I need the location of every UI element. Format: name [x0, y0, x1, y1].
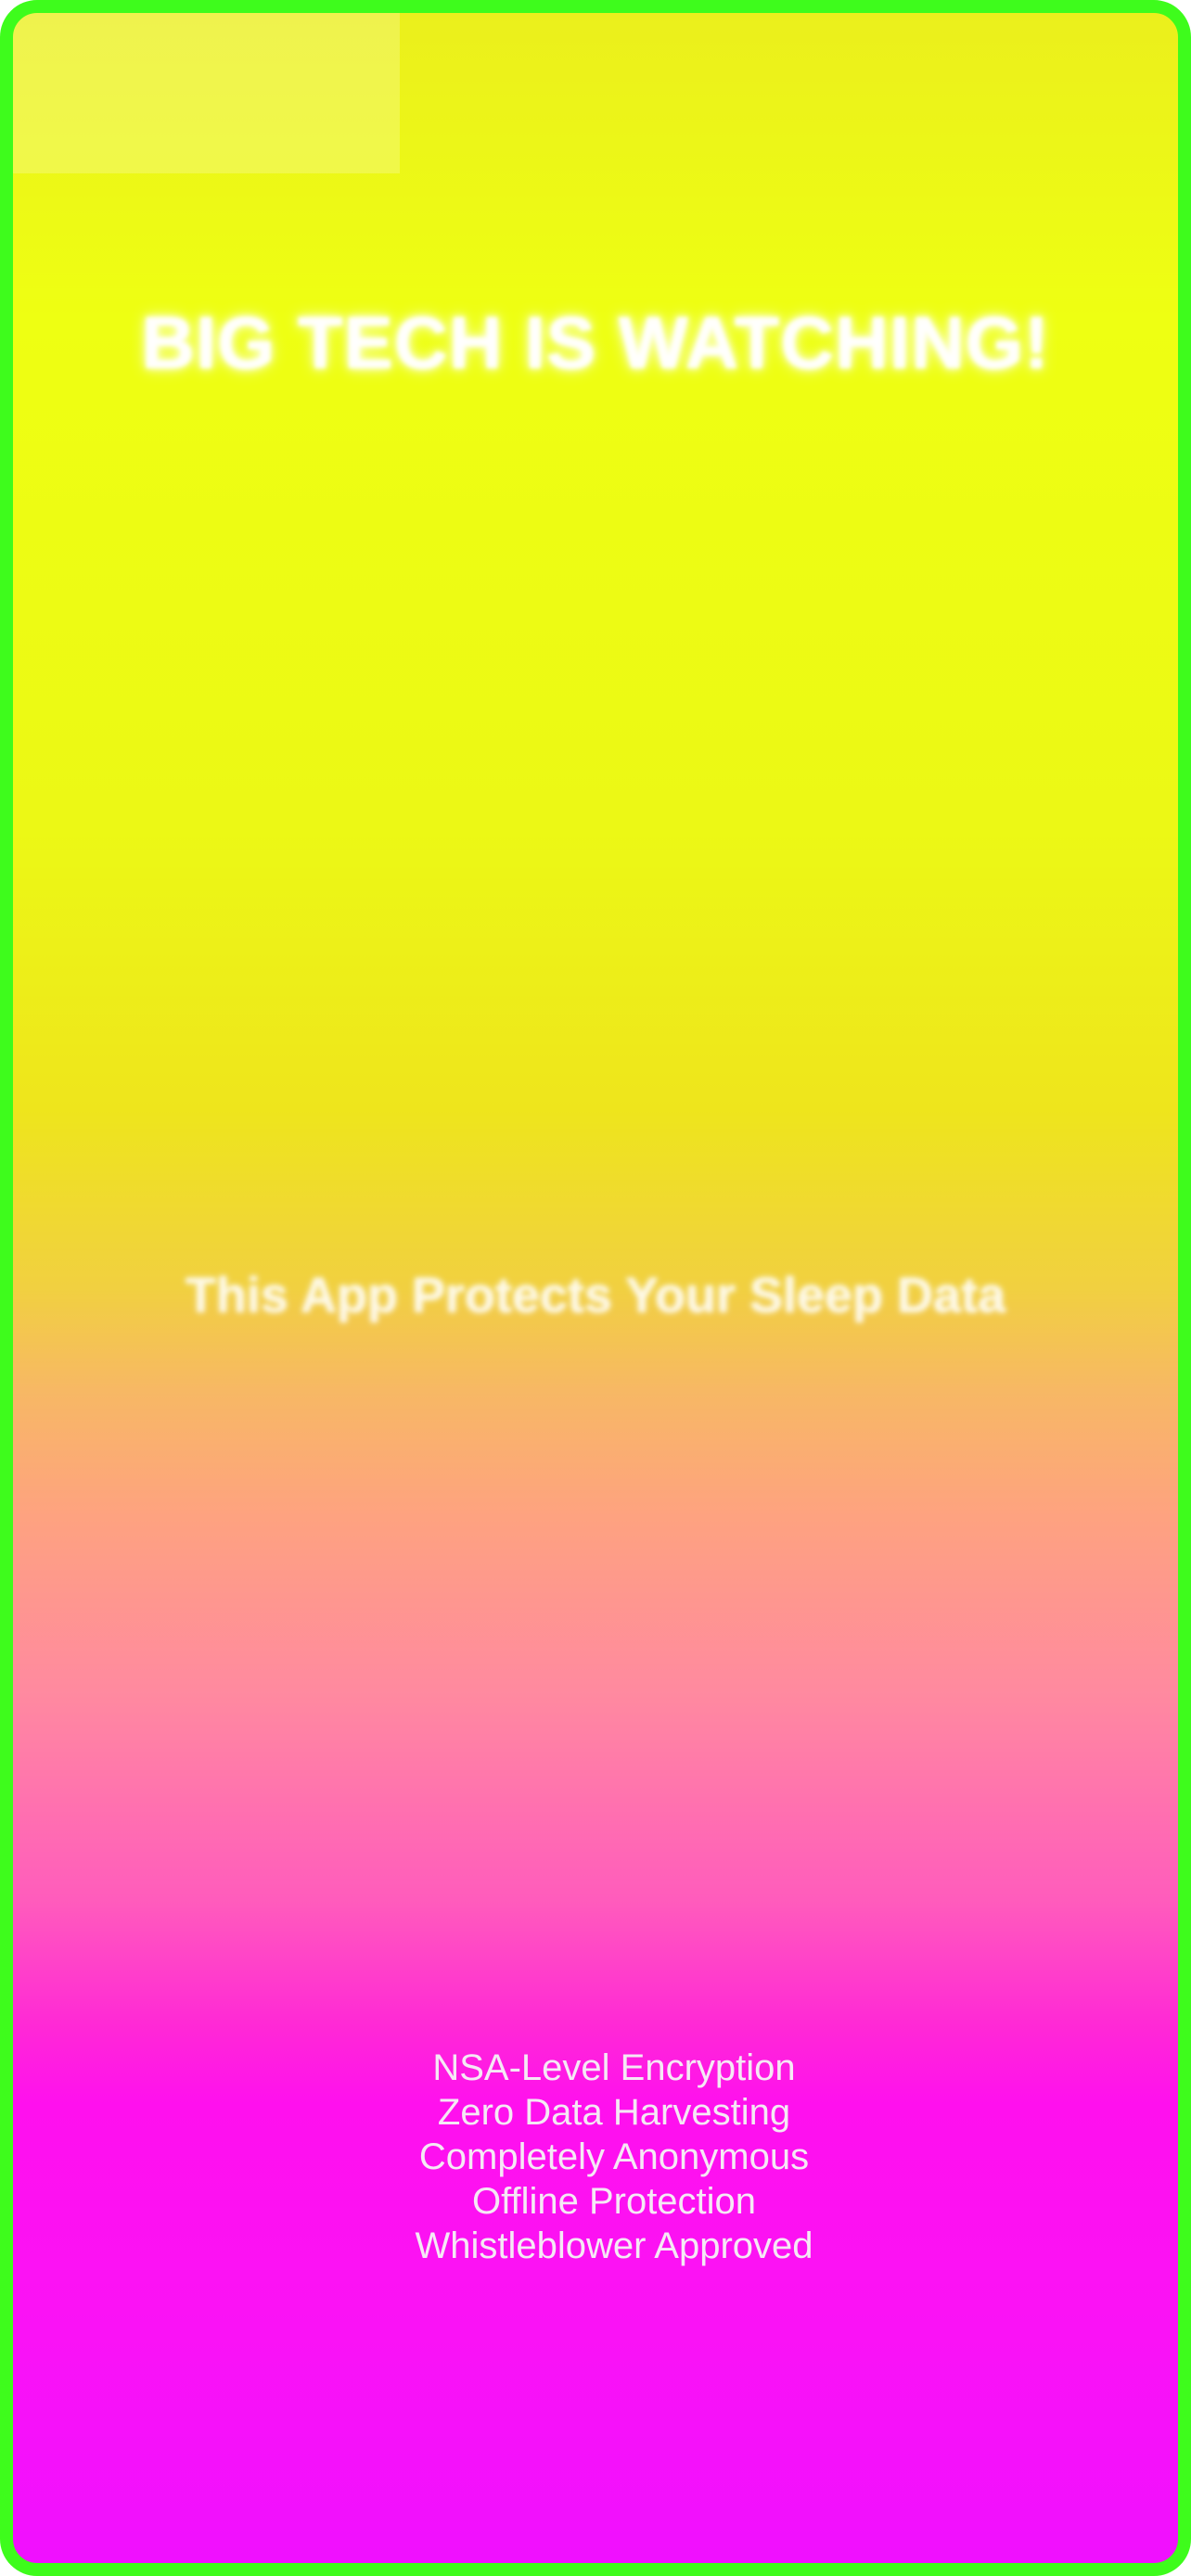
feature-item: Zero Data Harvesting: [437, 2092, 791, 2133]
corner-panel: [13, 13, 400, 173]
feature-item: Offline Protection: [471, 2181, 757, 2222]
subheadline: This App Protects Your Sleep Data: [185, 1268, 1006, 1323]
feature-list: NSA-Level Encryption Zero Data Harvestin…: [13, 2046, 1178, 2268]
feature-item: NSA-Level Encryption: [432, 2047, 796, 2088]
feature-item: Whistleblower Approved: [415, 2225, 813, 2266]
feature-item: Completely Anonymous: [418, 2136, 810, 2177]
app-screen: BIG TECH IS WATCHING! This App Protects …: [0, 0, 1191, 2576]
headline: BIG TECH IS WATCHING!: [141, 301, 1050, 384]
